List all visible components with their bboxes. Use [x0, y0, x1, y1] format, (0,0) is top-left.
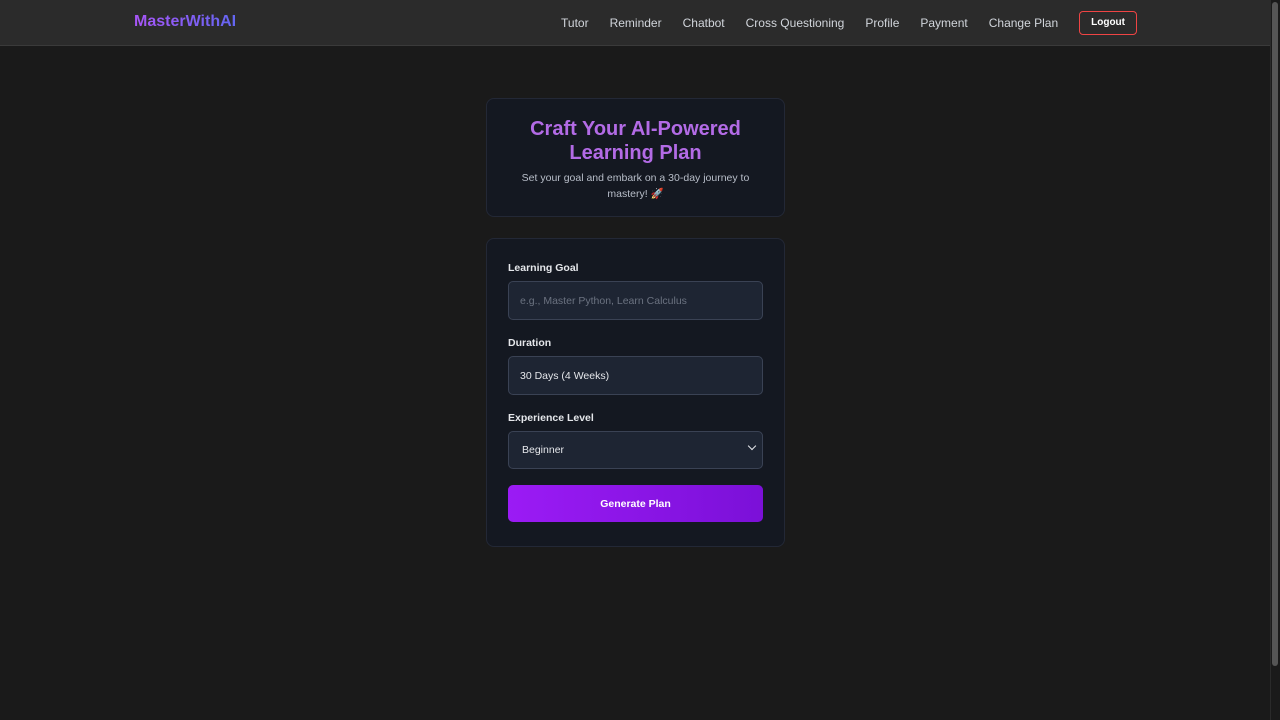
nav-link-change-plan[interactable]: Change Plan [989, 11, 1058, 35]
duration-field[interactable]: 30 Days (4 Weeks) [508, 356, 763, 395]
hero-card: Craft Your AI-Powered Learning Plan Set … [486, 98, 785, 217]
nav-link-chatbot[interactable]: Chatbot [683, 11, 725, 35]
generate-plan-button[interactable]: Generate Plan [508, 485, 763, 522]
learning-goal-label: Learning Goal [508, 262, 579, 274]
plan-form: Learning Goal Duration 30 Days (4 Weeks)… [486, 238, 785, 547]
brand-logo[interactable]: MasterWithAI [134, 13, 236, 31]
nav-link-reminder[interactable]: Reminder [610, 11, 662, 35]
nav-link-profile[interactable]: Profile [865, 11, 899, 35]
nav-link-cross-questioning[interactable]: Cross Questioning [746, 11, 845, 35]
nav-link-tutor[interactable]: Tutor [561, 11, 589, 35]
page-title: Craft Your AI-Powered Learning Plan [530, 118, 741, 164]
logout-button[interactable]: Logout [1079, 11, 1137, 35]
experience-level-value[interactable]: Beginner [508, 431, 763, 469]
navbar: MasterWithAI Tutor Reminder Chatbot Cros… [0, 0, 1270, 46]
learning-goal-input[interactable] [508, 281, 763, 320]
page-scrollbar[interactable] [1270, 0, 1280, 720]
duration-label: Duration [508, 337, 552, 349]
experience-level-select[interactable]: Beginner [508, 431, 763, 469]
page: MasterWithAI Tutor Reminder Chatbot Cros… [0, 0, 1280, 720]
nav-links: Tutor Reminder Chatbot Cross Questioning… [561, 11, 1137, 35]
page-subtitle: Set your goal and embark on a 30-day jou… [521, 172, 750, 200]
scrollbar-thumb[interactable] [1272, 2, 1278, 666]
experience-level-label: Experience Level [508, 412, 594, 424]
nav-link-payment[interactable]: Payment [920, 11, 967, 35]
